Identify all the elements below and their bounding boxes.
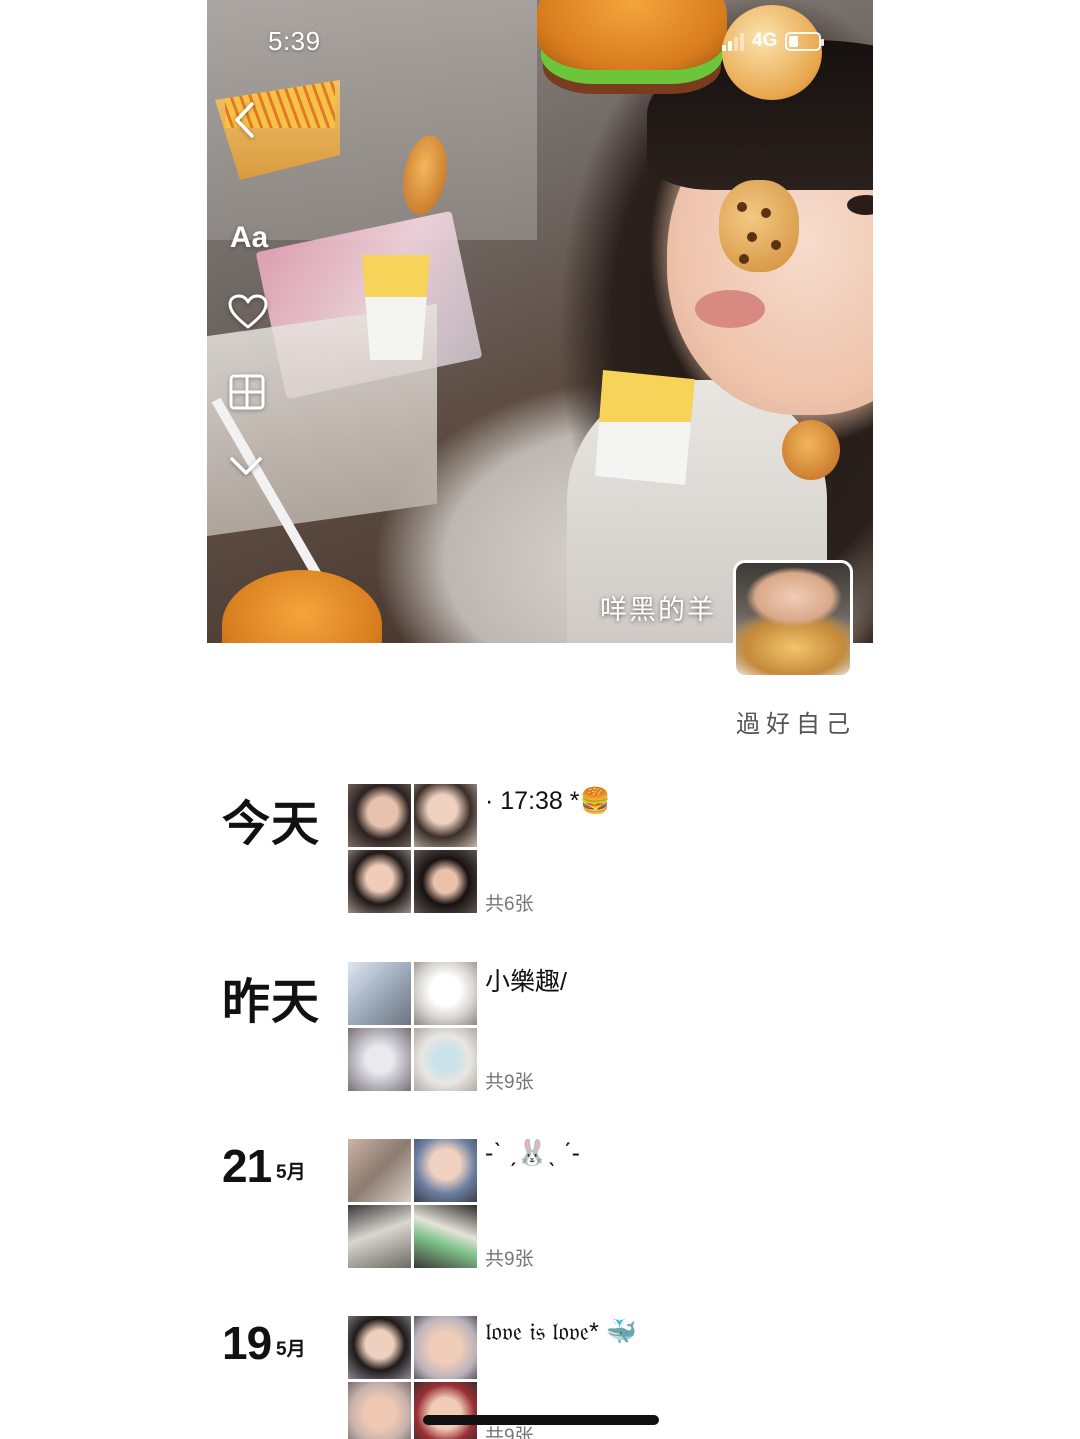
font-button[interactable]: Aa [226,218,272,258]
photo-count: 共9张 [485,1249,534,1270]
fries-cup-sticker [362,255,430,360]
post-entry-may-21[interactable]: 21 5月 -ˋ ˏ🐰ˎ ˊ- 共9张 [0,1139,1080,1270]
photo-thumbnail[interactable] [348,1028,411,1091]
photo-thumbnail[interactable] [348,1316,411,1379]
post-entry-today[interactable]: 今天 · 17:38 *🍔 共6张 [0,784,1080,915]
avatar[interactable] [733,560,853,678]
photo-thumbnail[interactable] [414,1205,477,1268]
photo-grid[interactable] [348,962,478,1092]
post-caption[interactable]: · 17:38 *🍔 [485,787,611,816]
post-caption[interactable]: 𝔩𝔬𝔳𝔢 𝔦𝔰 𝔩𝔬𝔳𝔢* 🐳 [485,1318,637,1347]
cookie-sticker [719,180,799,272]
profile-nickname[interactable]: 咩黑的羊 [600,588,716,627]
bun-sticker [722,5,822,100]
post-caption[interactable]: -ˋ ˏ🐰ˎ ˊ- [485,1139,580,1168]
status-indicators: 4G [722,30,825,52]
cover-subject-lips [695,290,765,328]
status-time: 5:39 [268,26,321,56]
photo-grid[interactable] [348,1139,478,1269]
photo-thumbnail[interactable] [348,1382,411,1439]
battery-level [789,35,798,47]
post-date-month: 5月 [276,1339,306,1360]
cover-subject-eye [732,145,770,165]
photo-thumbnail[interactable] [348,962,411,1025]
post-entry-yesterday[interactable]: 昨天 小樂趣/ 共9张 [0,962,1080,1093]
profile-signature: 過好自己 [736,711,856,738]
photo-thumbnail[interactable] [348,850,411,913]
burger-sticker [222,570,382,643]
photo-thumbnail[interactable] [414,1028,477,1091]
photo-count: 共9张 [485,1072,534,1093]
photo-count: 共6张 [485,894,534,915]
post-date: 昨天 [222,976,321,1029]
moments-page: 5:39 4G Aa 咩黑的羊 過好自己 今天 · 17:38 *🍔 共6张 昨… [0,0,1080,1439]
photo-thumbnail[interactable] [348,1139,411,1202]
photo-thumbnail[interactable] [348,1205,411,1268]
chevron-left-icon[interactable] [226,100,262,140]
battery-icon [785,31,825,51]
photo-thumbnail[interactable] [414,1139,477,1202]
post-date-month: 5月 [276,1162,306,1183]
cover-photo[interactable] [207,0,873,643]
layout-grid-icon[interactable] [226,372,268,412]
photo-thumbnail[interactable] [414,850,477,913]
photo-thumbnail[interactable] [414,1382,477,1439]
home-indicator[interactable] [423,1415,659,1425]
photo-thumbnail[interactable] [414,962,477,1025]
post-date: 今天 [222,798,321,851]
post-date-day: 19 [222,1317,272,1369]
post-date-day: 21 [222,1140,272,1192]
photo-thumbnail[interactable] [414,784,477,847]
photo-grid[interactable] [348,784,478,914]
signal-icon [722,31,744,51]
photo-thumbnail[interactable] [414,1316,477,1379]
check-icon[interactable] [226,448,266,482]
post-caption[interactable]: 小樂趣/ [485,962,567,998]
hotdog-sticker [782,420,840,480]
network-type: 4G [752,30,778,51]
photo-thumbnail[interactable] [348,784,411,847]
burger-hat-sticker [537,0,727,70]
heart-icon[interactable] [226,292,270,332]
fries-cup-sticker [595,370,695,485]
